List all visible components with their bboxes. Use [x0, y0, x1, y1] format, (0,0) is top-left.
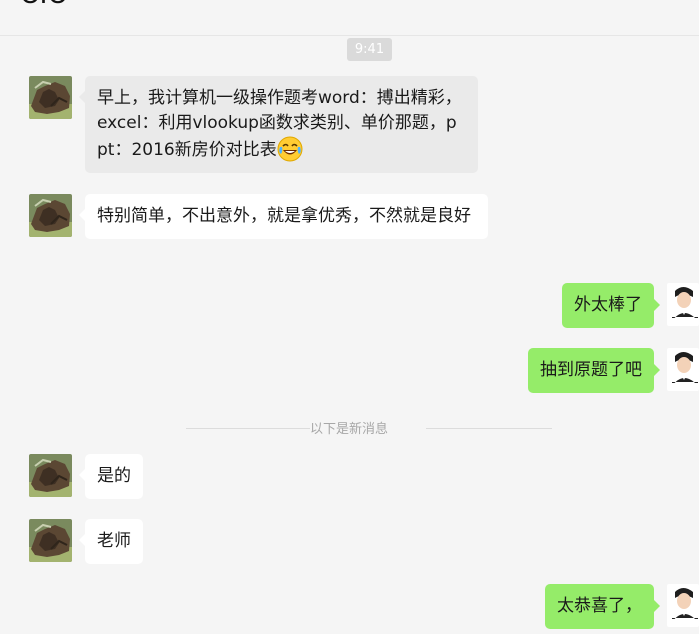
message-text: 是的 [97, 466, 131, 486]
message-text: 抽到原题了吧 [540, 360, 642, 380]
self-avatar[interactable] [667, 348, 699, 391]
divider-line-left [186, 428, 310, 429]
message-bubble[interactable]: 抽到原题了吧 [528, 348, 660, 393]
message-bubble[interactable]: 太恭喜了， [545, 584, 660, 629]
new-messages-divider: 以下是新消息 [186, 416, 552, 440]
message-row-incoming: 早上，我计算机一级操作题考word：搏出精彩，excel：利用vlookup函数… [29, 76, 478, 173]
self-avatar[interactable] [667, 584, 699, 627]
message-row-outgoing: 太恭喜了， [545, 584, 699, 629]
contact-avatar[interactable] [29, 76, 72, 119]
message-row-incoming: 是的 [29, 454, 143, 499]
divider-line-right [426, 428, 552, 429]
message-text: 外太棒了 [574, 295, 642, 315]
contact-avatar-image [29, 454, 72, 497]
message-text: 太恭喜了， [557, 596, 642, 616]
chat-header: O.O [0, 0, 699, 36]
contact-avatar-image [29, 76, 72, 119]
message-text: 老师 [97, 531, 131, 551]
tears-of-joy-emoji-icon [277, 136, 303, 162]
message-row-incoming: 老师 [29, 519, 143, 564]
message-bubble[interactable]: 是的 [79, 454, 143, 499]
message-bubble[interactable]: 早上，我计算机一级操作题考word：搏出精彩，excel：利用vlookup函数… [79, 76, 478, 173]
message-row-incoming: 特别简单，不出意外，就是拿优秀，不然就是良好 [29, 194, 488, 239]
contact-avatar-image [29, 194, 72, 237]
contact-avatar[interactable] [29, 194, 72, 237]
message-row-outgoing: 抽到原题了吧 [528, 348, 699, 393]
contact-avatar[interactable] [29, 454, 72, 497]
contact-avatar-image [29, 519, 72, 562]
timestamp-badge: 9:41 [347, 38, 392, 61]
message-bubble[interactable]: 特别简单，不出意外，就是拿优秀，不然就是良好 [79, 194, 488, 239]
self-avatar-image [667, 283, 699, 326]
self-avatar-image [667, 348, 699, 391]
self-avatar[interactable] [667, 283, 699, 326]
message-bubble[interactable]: 老师 [79, 519, 143, 564]
message-bubble[interactable]: 外太棒了 [562, 283, 660, 328]
self-avatar-image [667, 584, 699, 627]
message-text: 特别简单，不出意外，就是拿优秀，不然就是良好 [97, 206, 471, 226]
contact-avatar[interactable] [29, 519, 72, 562]
message-row-outgoing: 外太棒了 [562, 283, 699, 328]
new-messages-label: 以下是新消息 [310, 422, 389, 437]
chat-title[interactable]: O.O [20, 0, 68, 10]
